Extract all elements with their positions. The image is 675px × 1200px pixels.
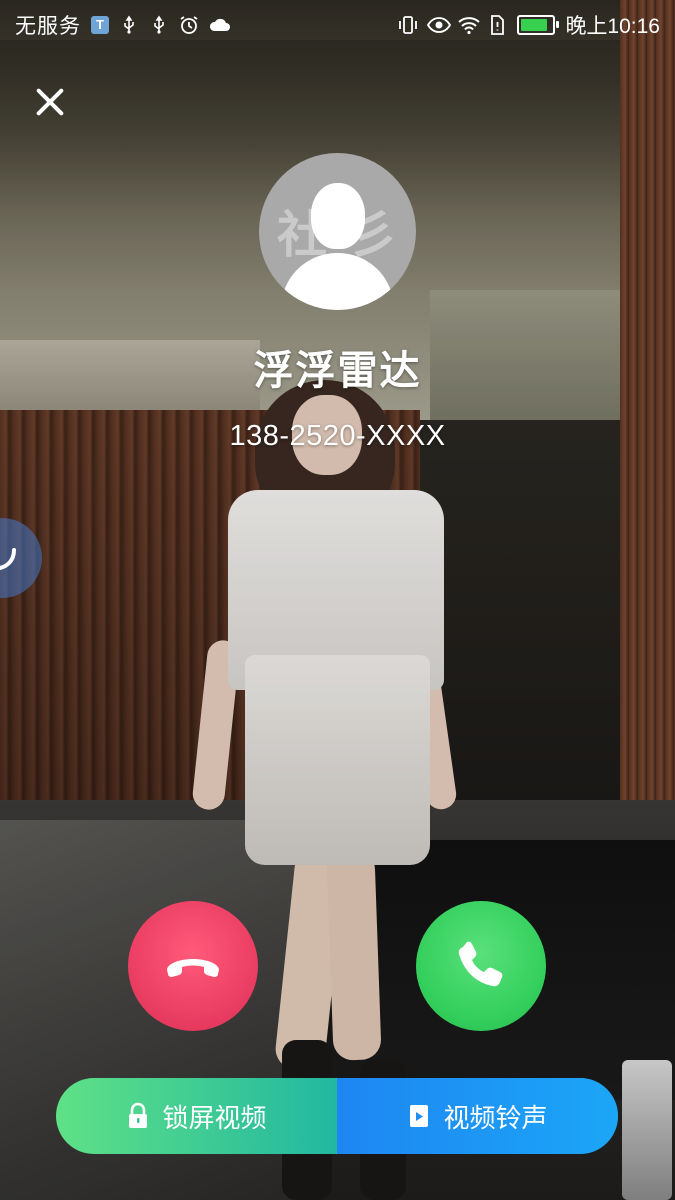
caller-name: 浮浮雷达 <box>253 349 422 393</box>
status-time: 晚上10:16 <box>565 15 660 38</box>
lock-screen-video-button[interactable]: 锁屏视频 <box>56 1078 337 1154</box>
t-app-icon: T <box>91 16 109 34</box>
battery-level-fill <box>521 19 548 31</box>
avatar-head <box>311 183 365 249</box>
assistant-icon <box>0 540 20 576</box>
video-file-icon <box>410 1105 429 1127</box>
lock-screen-video-label: 锁屏视频 <box>162 1102 267 1133</box>
status-bar: 无服务 T 晚上10:16 <box>0 0 675 48</box>
eye-icon <box>427 15 452 35</box>
battery-icon <box>517 15 560 35</box>
close-icon[interactable] <box>28 80 72 124</box>
wifi-icon <box>457 15 481 35</box>
status-bar-left: 无服务 T <box>15 10 230 40</box>
carrier-label: 无服务 <box>15 15 81 38</box>
vibrate-icon <box>397 15 418 35</box>
status-bar-right: 晚上10:16 <box>397 10 660 40</box>
sim-icon <box>487 15 507 35</box>
video-ringtone-button[interactable]: 视频铃声 <box>337 1078 618 1154</box>
cloud-icon <box>209 15 230 35</box>
bottom-action-bar: 锁屏视频 视频铃声 <box>56 1078 618 1154</box>
video-ringtone-label: 视频铃声 <box>443 1102 548 1133</box>
alarm-icon <box>179 15 199 35</box>
accept-call-button[interactable] <box>416 901 546 1031</box>
usb-icon <box>119 15 139 35</box>
hang-up-icon <box>167 959 219 977</box>
caller-avatar: 社 彡 <box>259 153 416 310</box>
caller-number: 138-2520-XXXX <box>229 420 446 452</box>
lock-icon <box>129 1102 148 1128</box>
decline-call-button[interactable] <box>128 901 258 1031</box>
usb-icon <box>149 15 169 35</box>
incoming-call-screen: 无服务 T 晚上10:16 社 彡 浮浮雷达 138-2520-XXXX 锁屏视… <box>0 0 675 1200</box>
phone-icon <box>458 941 503 987</box>
